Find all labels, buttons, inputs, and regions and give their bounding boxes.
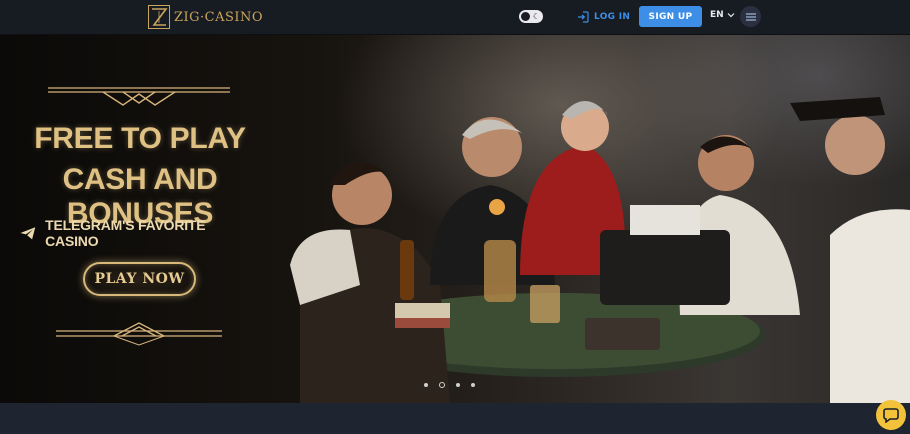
logo-text: ZIG·CASINO (174, 9, 264, 25)
menu-button[interactable] (740, 6, 761, 27)
play-now-button[interactable]: PLAY NOW (83, 262, 196, 296)
hamburger-icon (745, 12, 756, 21)
chevron-down-icon (727, 13, 735, 18)
login-button[interactable]: LOG IN (577, 9, 630, 25)
bottom-ornament (56, 322, 222, 346)
chat-support-button[interactable] (876, 400, 906, 430)
top-ornament (48, 87, 230, 106)
signup-button[interactable]: SIGN UP (639, 6, 702, 27)
site-logo[interactable]: ZIG·CASINO (148, 5, 263, 29)
carousel-dots (424, 382, 475, 388)
hero-banner[interactable]: FREE TO PLAY CASH AND BONUSES TELEGRAM'S… (0, 35, 910, 403)
telegram-icon (20, 226, 36, 239)
carousel-dot-active[interactable] (439, 382, 445, 388)
tagline-text: TELEGRAM'S FAVORITE CASINO (45, 217, 206, 249)
toggle-knob (521, 12, 530, 21)
tagline: TELEGRAM'S FAVORITE CASINO (20, 217, 240, 249)
chat-bubble-icon (883, 408, 899, 423)
theme-toggle[interactable]: ☾ (519, 10, 543, 23)
carousel-dot[interactable] (424, 383, 428, 387)
carousel-dot[interactable] (456, 383, 460, 387)
content-area-top (0, 403, 910, 434)
login-label: LOG IN (594, 12, 631, 22)
language-label: EN (710, 10, 724, 20)
carousel-dot[interactable] (471, 383, 475, 387)
language-selector[interactable]: EN (710, 10, 735, 20)
moon-icon: ☾ (532, 12, 540, 21)
logo-emblem-icon (148, 5, 170, 29)
headline-line1: FREE TO PLAY (34, 122, 246, 155)
login-arrow-icon (578, 11, 589, 23)
top-navigation-bar: ZIG·CASINO ☾ LOG IN SIGN UP EN (0, 0, 910, 35)
